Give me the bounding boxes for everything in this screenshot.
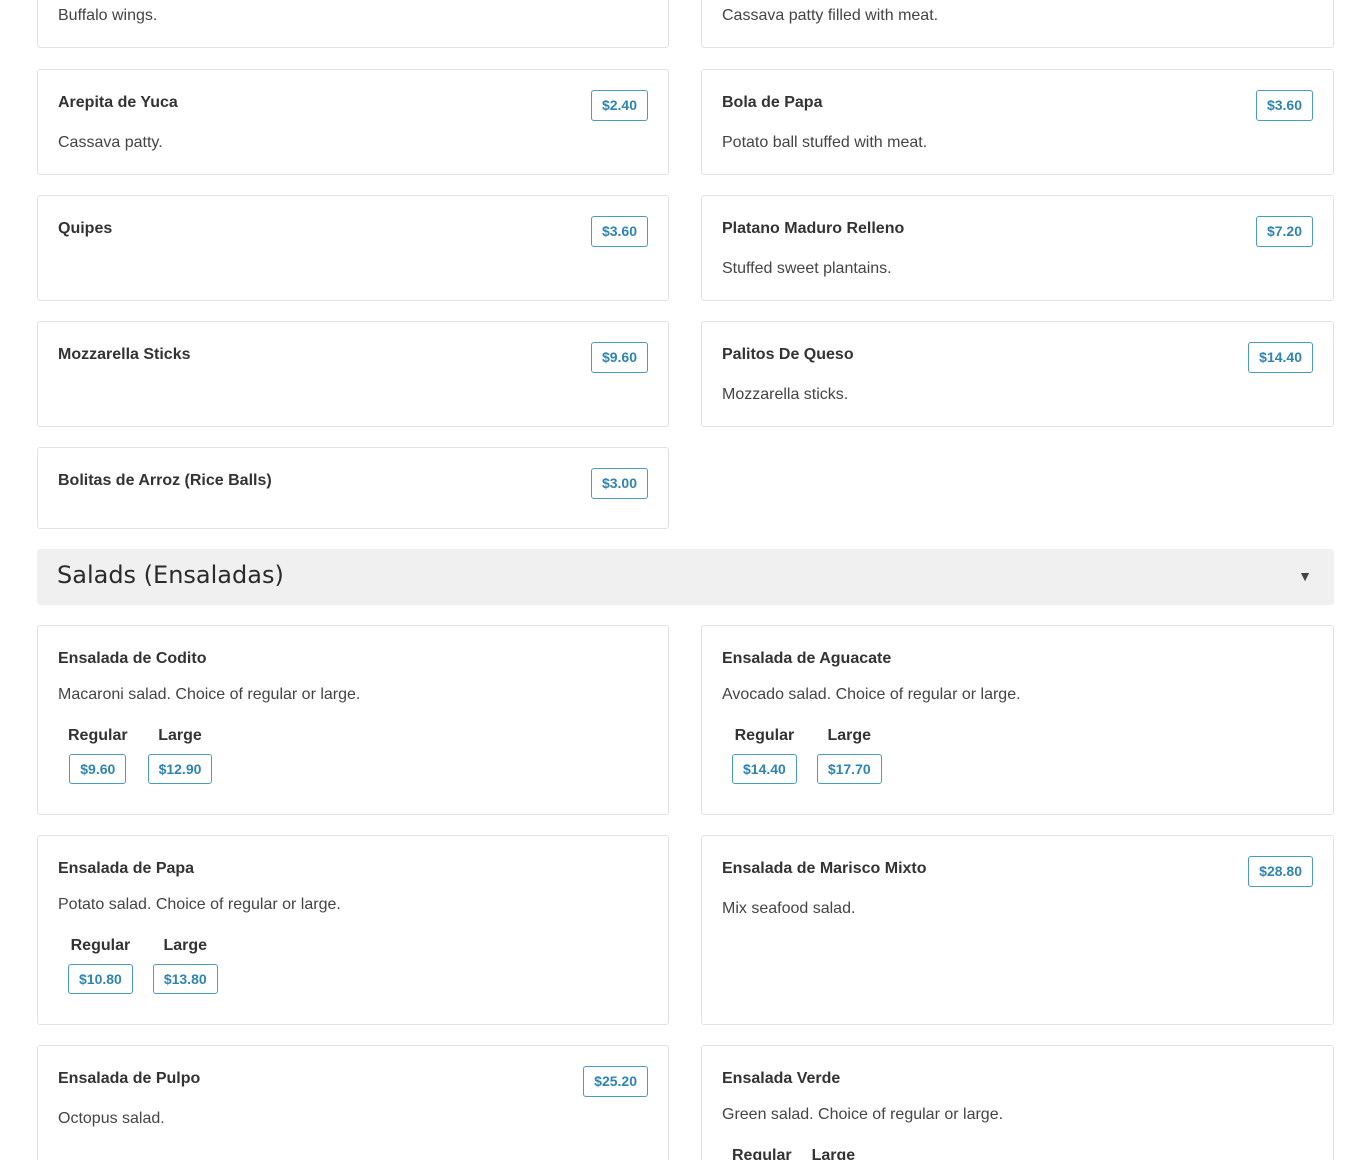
menu-item-card[interactable]: Buffalo wings. — [37, 0, 669, 48]
menu-item-name: Ensalada Verde — [722, 1070, 841, 1087]
section-header-salads[interactable]: Salads (Ensaladas) ▼ — [37, 549, 1334, 605]
price-button[interactable]: $12.90 — [147, 754, 213, 784]
price-button[interactable]: $28.80 — [1248, 856, 1313, 887]
price-button[interactable]: $13.80 — [152, 964, 218, 994]
size-label: Large — [158, 727, 202, 744]
price-button[interactable]: $25.20 — [583, 1066, 648, 1097]
menu-item-name: Ensalada de Papa — [58, 860, 195, 877]
price-button[interactable]: $14.40 — [732, 754, 797, 784]
size-options: Regular $10.80 Large $13.80 — [68, 934, 218, 994]
menu-item-card[interactable]: Bolitas de Arroz (Rice Balls) $3.00 — [37, 447, 669, 529]
caret-down-icon[interactable]: ▼ — [1298, 568, 1312, 584]
menu-item-name: Ensalada de Marisco Mixto — [722, 860, 927, 877]
size-label: Large — [811, 1147, 856, 1160]
menu-item-name: Ensalada de Codito — [58, 650, 207, 667]
size-label: Large — [163, 937, 208, 954]
size-option-large: Large $17.70 — [816, 724, 882, 784]
menu-item-card[interactable]: Arepita de Yuca $2.40 Cassava patty. — [37, 69, 669, 175]
size-label: Regular — [734, 727, 795, 744]
price-button[interactable]: $3.60 — [1255, 90, 1313, 121]
menu-item-card[interactable]: Palitos De Queso $14.40 Mozzarella stick… — [701, 321, 1334, 427]
menu-item-description: Macaroni salad. Choice of regular or lar… — [58, 686, 361, 703]
size-option-large: Large $12.90 — [147, 724, 213, 784]
price-button[interactable]: $2.40 — [590, 90, 648, 121]
size-option-regular: Regular $9.60 — [68, 724, 128, 784]
price-button[interactable]: $9.60 — [69, 754, 127, 784]
menu-item-name: Bola de Papa — [722, 94, 823, 111]
menu-item-card[interactable]: Cassava patty filled with meat. — [701, 0, 1334, 48]
menu-item-name: Palitos De Queso — [722, 346, 854, 363]
size-label: Regular — [68, 727, 128, 744]
size-label: Large — [827, 727, 872, 744]
price-button[interactable]: $7.20 — [1255, 216, 1313, 247]
size-option-large: Large $13.80 — [152, 934, 218, 994]
menu-item-card[interactable]: Ensalada de Marisco Mixto $28.80 Mix sea… — [701, 835, 1334, 1025]
size-option-regular: Regular $14.40 — [732, 724, 797, 784]
size-options: Regular $9.60 Large $12.90 — [68, 724, 213, 784]
menu-item-card[interactable]: Ensalada de Pulpo $25.20 Octopus salad. — [37, 1045, 669, 1160]
menu-item-description: Mix seafood salad. — [722, 900, 856, 917]
menu-item-description: Buffalo wings. — [58, 7, 158, 24]
price-button[interactable]: $3.60 — [590, 216, 648, 247]
size-option-regular: Regular $10.80 — [68, 934, 133, 994]
menu-item-description: Stuffed sweet plantains. — [722, 260, 892, 277]
price-button[interactable]: $17.70 — [816, 754, 882, 784]
size-option-regular: Regular — [732, 1144, 792, 1160]
menu-item-description: Mozzarella sticks. — [722, 386, 849, 403]
menu-item-name: Platano Maduro Relleno — [722, 220, 905, 237]
price-button[interactable]: $3.00 — [590, 468, 648, 499]
menu-item-description: Cassava patty. — [58, 134, 163, 151]
size-label: Regular — [70, 937, 131, 954]
menu-item-name: Bolitas de Arroz (Rice Balls) — [58, 472, 272, 489]
menu-item-card[interactable]: Ensalada Verde Green salad. Choice of re… — [701, 1045, 1334, 1160]
menu-item-description: Cassava patty filled with meat. — [722, 7, 939, 24]
price-button[interactable]: $14.40 — [1248, 342, 1313, 373]
price-button[interactable]: $9.60 — [590, 342, 648, 373]
menu-item-name: Mozzarella Sticks — [58, 346, 191, 363]
size-option-large: Large — [812, 1144, 856, 1160]
menu-item-name: Arepita de Yuca — [58, 94, 178, 111]
menu-item-description: Green salad. Choice of regular or large. — [722, 1106, 1004, 1123]
menu-item-description: Avocado salad. Choice of regular or larg… — [722, 686, 1021, 703]
menu-item-card[interactable]: Mozzarella Sticks $9.60 — [37, 321, 669, 427]
menu-item-card[interactable]: Ensalada de Codito Macaroni salad. Choic… — [37, 625, 669, 815]
menu-item-card[interactable]: Bola de Papa $3.60 Potato ball stuffed w… — [701, 69, 1334, 175]
section-title: Salads (Ensaladas) — [57, 561, 284, 589]
size-options: Regular $14.40 Large $17.70 — [732, 724, 882, 784]
menu-item-card[interactable]: Ensalada de Papa Potato salad. Choice of… — [37, 835, 669, 1025]
menu-item-name: Ensalada de Pulpo — [58, 1070, 201, 1087]
size-options: Regular Large — [732, 1144, 855, 1160]
menu-item-description: Octopus salad. — [58, 1110, 165, 1127]
menu-item-description: Potato salad. Choice of regular or large… — [58, 896, 341, 913]
menu-item-name: Quipes — [58, 220, 113, 237]
menu-item-card[interactable]: Ensalada de Aguacate Avocado salad. Choi… — [701, 625, 1334, 815]
menu-item-name: Ensalada de Aguacate — [722, 650, 892, 667]
menu-item-card[interactable]: Platano Maduro Relleno $7.20 Stuffed swe… — [701, 195, 1334, 301]
menu-item-description: Potato ball stuffed with meat. — [722, 134, 928, 151]
size-label: Regular — [732, 1147, 792, 1160]
price-button[interactable]: $10.80 — [68, 964, 133, 994]
menu-item-card[interactable]: Quipes $3.60 — [37, 195, 669, 301]
